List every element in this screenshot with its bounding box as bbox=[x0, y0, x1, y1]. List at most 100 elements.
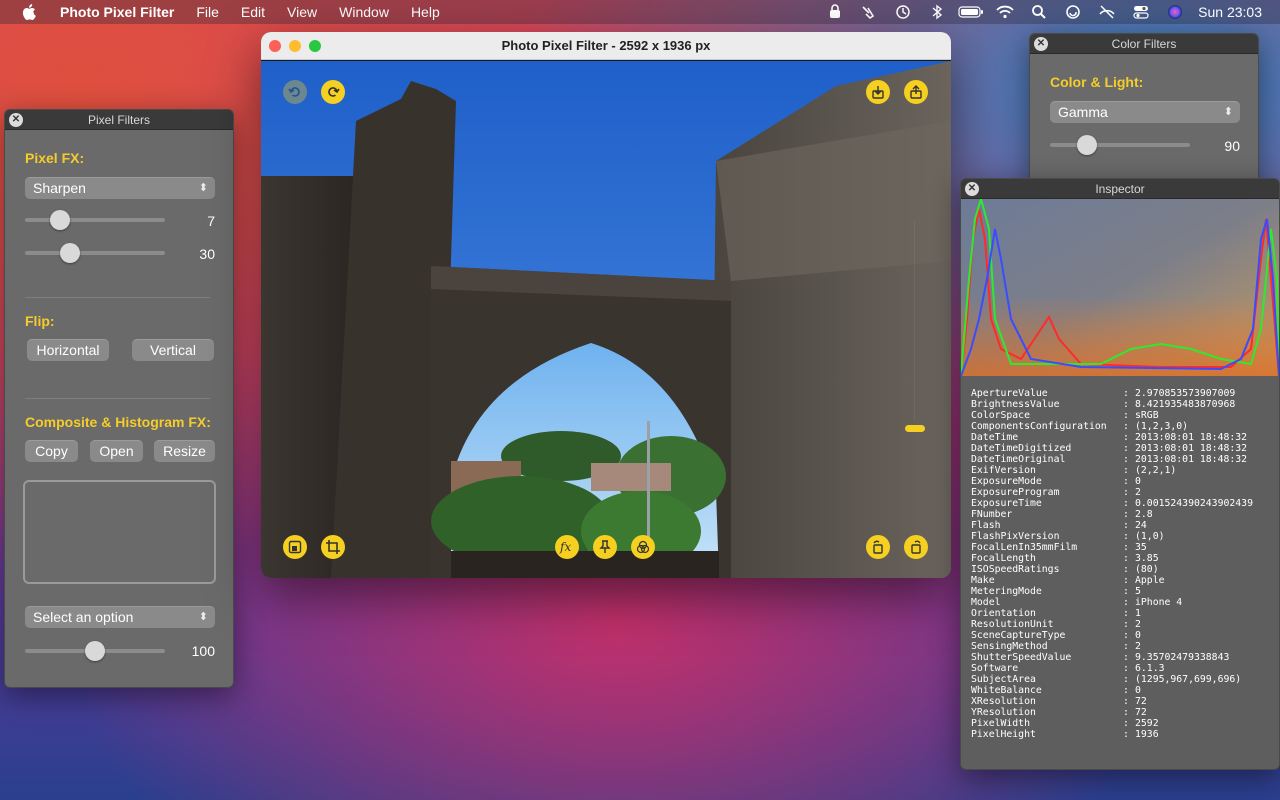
exif-separator: : bbox=[1123, 619, 1129, 630]
fit-view-icon[interactable] bbox=[283, 535, 307, 559]
exif-separator: : bbox=[1123, 564, 1129, 575]
redo-icon[interactable] bbox=[321, 80, 345, 104]
photo-canvas[interactable] bbox=[261, 61, 951, 578]
slider-value: 30 bbox=[199, 246, 215, 262]
exif-value: (2,2,1) bbox=[1135, 465, 1177, 476]
pixel-filters-panel: ✕ Pixel Filters Pixel FX: Sharpen ⬍ 7 30… bbox=[4, 109, 234, 688]
export-icon[interactable] bbox=[904, 80, 928, 104]
menubar-clock[interactable]: Sun 23:03 bbox=[1192, 4, 1280, 20]
photo-window-titlebar[interactable]: Photo Pixel Filter - 2592 x 1936 px bbox=[261, 32, 951, 60]
exif-row: WhiteBalance:0 bbox=[971, 685, 1253, 696]
control-center-icon[interactable] bbox=[1124, 0, 1158, 24]
exif-key: FocalLength bbox=[971, 553, 1036, 564]
composite-image-well[interactable] bbox=[23, 480, 216, 584]
color-filter-select-value: Gamma bbox=[1058, 104, 1108, 120]
rotate-right-icon[interactable] bbox=[904, 535, 928, 559]
menu-view[interactable]: View bbox=[276, 0, 328, 24]
slider-value: 90 bbox=[1224, 138, 1240, 154]
slider-thumb[interactable] bbox=[50, 210, 70, 230]
privacy-icon[interactable] bbox=[818, 0, 852, 24]
resize-button[interactable]: Resize bbox=[154, 440, 215, 462]
exif-key: WhiteBalance bbox=[971, 685, 1042, 696]
exif-separator: : bbox=[1123, 443, 1129, 454]
bluetooth-icon[interactable] bbox=[920, 0, 954, 24]
exif-row: FNumber:2.8 bbox=[971, 509, 1253, 520]
slider-track[interactable] bbox=[25, 218, 165, 222]
exif-value: (1,2,3,0) bbox=[1135, 421, 1189, 432]
exif-key: SensingMethod bbox=[971, 641, 1048, 652]
option-select[interactable]: Select an option ⬍ bbox=[25, 606, 215, 628]
app-menu[interactable]: Photo Pixel Filter bbox=[54, 0, 185, 24]
panel-title: Pixel Filters bbox=[87, 113, 150, 127]
color-filters-titlebar[interactable]: ✕ Color Filters bbox=[1030, 34, 1258, 54]
color-filter-select[interactable]: Gamma ⬍ bbox=[1050, 101, 1240, 123]
exif-value: 3.85 bbox=[1135, 553, 1159, 564]
exif-separator: : bbox=[1123, 641, 1129, 652]
exif-row: YResolution:72 bbox=[971, 707, 1253, 718]
exif-value: 2013:08:01 18:48:32 bbox=[1135, 432, 1248, 443]
exif-value: 2 bbox=[1135, 619, 1141, 630]
exif-row: PixelHeight:1936 bbox=[971, 729, 1253, 740]
battery-icon[interactable] bbox=[954, 0, 988, 24]
close-icon[interactable]: ✕ bbox=[9, 113, 23, 127]
function-icon[interactable]: fx bbox=[555, 535, 579, 559]
exif-separator: : bbox=[1123, 696, 1129, 707]
mute-icon[interactable] bbox=[1090, 0, 1124, 24]
open-button[interactable]: Open bbox=[90, 440, 143, 462]
import-icon[interactable] bbox=[866, 80, 890, 104]
exif-row: DateTimeOriginal:2013:08:01 18:48:32 bbox=[971, 454, 1253, 465]
slider-thumb[interactable] bbox=[1077, 135, 1097, 155]
exif-key: YResolution bbox=[971, 707, 1036, 718]
pixel-fx-select[interactable]: Sharpen ⬍ bbox=[25, 177, 215, 199]
menu-edit[interactable]: Edit bbox=[230, 0, 276, 24]
close-icon[interactable]: ✕ bbox=[965, 182, 979, 196]
slider-track[interactable] bbox=[25, 251, 165, 255]
crop-icon[interactable] bbox=[321, 535, 345, 559]
finger-icon[interactable] bbox=[852, 0, 886, 24]
panel-title: Color Filters bbox=[1111, 37, 1177, 51]
exif-key: PixelHeight bbox=[971, 729, 1036, 740]
pin-icon[interactable] bbox=[593, 535, 617, 559]
composite-label: Composite & Histogram FX: bbox=[25, 414, 211, 430]
exif-value: 2.970853573907009 bbox=[1135, 388, 1236, 399]
exif-row: ComponentsConfiguration: (1,2,3,0) bbox=[971, 421, 1253, 432]
exif-key: SceneCaptureType bbox=[971, 630, 1066, 641]
wifi-icon[interactable] bbox=[988, 0, 1022, 24]
exif-key: ResolutionUnit bbox=[971, 619, 1054, 630]
minimize-window-icon[interactable] bbox=[289, 40, 301, 52]
undo-icon[interactable] bbox=[283, 80, 307, 104]
copy-button[interactable]: Copy bbox=[25, 440, 78, 462]
search-icon[interactable] bbox=[1022, 0, 1056, 24]
exif-key: FlashPixVersion bbox=[971, 531, 1060, 542]
inspector-titlebar[interactable]: ✕ Inspector bbox=[961, 179, 1279, 199]
exif-row: Orientation:1 bbox=[971, 608, 1253, 619]
menu-window[interactable]: Window bbox=[328, 0, 400, 24]
slider-track[interactable] bbox=[1050, 143, 1190, 147]
slider-thumb[interactable] bbox=[60, 243, 80, 263]
close-icon[interactable]: ✕ bbox=[1034, 37, 1048, 51]
exif-value: 2013:08:01 18:48:32 bbox=[1135, 443, 1248, 454]
exif-key: DateTimeOriginal bbox=[971, 454, 1066, 465]
exif-row: SubjectArea: (1295,967,699,696) bbox=[971, 674, 1253, 685]
pixel-filters-titlebar[interactable]: ✕ Pixel Filters bbox=[5, 110, 233, 130]
flip-horizontal-button[interactable]: Horizontal bbox=[27, 339, 109, 361]
zoom-window-icon[interactable] bbox=[309, 40, 321, 52]
exif-separator: : bbox=[1123, 718, 1129, 729]
siri-icon[interactable] bbox=[1158, 0, 1192, 24]
flip-vertical-button[interactable]: Vertical bbox=[132, 339, 214, 361]
close-window-icon[interactable] bbox=[269, 40, 281, 52]
exif-value: 2013:08:01 18:48:32 bbox=[1135, 454, 1248, 465]
color-blend-icon[interactable] bbox=[631, 535, 655, 559]
sync-icon[interactable] bbox=[1056, 0, 1090, 24]
exif-value: 72 bbox=[1135, 707, 1147, 718]
svg-text:fx: fx bbox=[559, 540, 571, 554]
menu-help[interactable]: Help bbox=[400, 0, 451, 24]
menu-file[interactable]: File bbox=[185, 0, 230, 24]
apple-menu-icon[interactable] bbox=[22, 4, 40, 20]
exif-key: Orientation bbox=[971, 608, 1036, 619]
rotate-left-icon[interactable] bbox=[866, 535, 890, 559]
exif-row: Make: Apple bbox=[971, 575, 1253, 586]
history-icon[interactable] bbox=[886, 0, 920, 24]
slider-thumb[interactable] bbox=[85, 641, 105, 661]
exif-value: 0 bbox=[1135, 476, 1141, 487]
